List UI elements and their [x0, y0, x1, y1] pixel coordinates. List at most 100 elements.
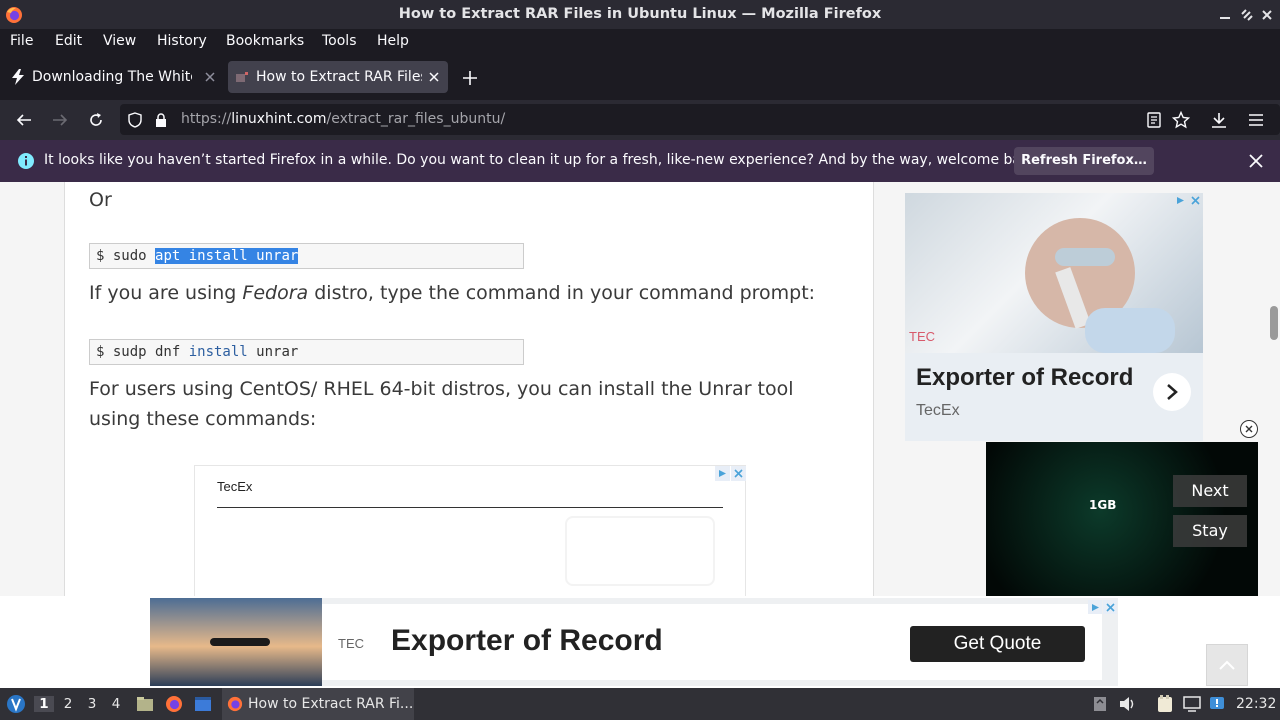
code-block-apt[interactable]: $ sudo apt install unrar — [89, 243, 524, 269]
ad-advertiser: TecEx — [916, 402, 960, 419]
menu-bar: File Edit View History Bookmarks Tools H… — [0, 29, 1280, 54]
close-notification-icon[interactable] — [1246, 151, 1266, 171]
inline-ad-advertiser: TecEx — [217, 479, 253, 494]
bottom-ad-logo: TEC — [338, 636, 364, 651]
menu-history[interactable]: History — [157, 33, 207, 49]
adchoices-icon[interactable] — [715, 466, 730, 481]
window-titlebar: How to Extract RAR Files in Ubuntu Linux… — [0, 0, 1280, 29]
adchoices-icon[interactable] — [1088, 600, 1102, 614]
reader-view-icon[interactable] — [1144, 110, 1164, 130]
ad-photo-goggles — [1055, 248, 1115, 266]
url-bar[interactable]: https://linuxhint.com/extract_rar_files_… — [120, 104, 1280, 135]
video-ad[interactable]: 1GB Next Stay — [986, 442, 1258, 596]
inline-ad[interactable]: TecEx — [194, 465, 746, 596]
tab-close-icon[interactable] — [202, 69, 218, 85]
ad-close-icon[interactable] — [1103, 600, 1117, 614]
bottom-ad-strip: TEC Exporter of Record Get Quote — [0, 596, 1280, 688]
hamburger-menu-icon[interactable] — [1246, 110, 1266, 130]
paragraph-fedora: If you are using Fedora distro, type the… — [89, 278, 815, 308]
close-video-icon[interactable] — [1240, 420, 1258, 438]
forward-icon — [50, 110, 70, 130]
clipboard-icon[interactable] — [1090, 694, 1110, 714]
workspace-4[interactable]: 4 — [106, 696, 126, 712]
new-tab-icon[interactable] — [460, 68, 480, 88]
ad-close-icon[interactable] — [1188, 193, 1202, 207]
notification-icon[interactable] — [1207, 694, 1227, 714]
page-scrollbar-thumb[interactable] — [1270, 306, 1278, 340]
refresh-firefox-button[interactable]: Refresh Firefox… — [1014, 147, 1154, 175]
emphasis-text: Fedora — [242, 282, 309, 304]
volume-icon[interactable] — [1118, 694, 1138, 714]
firefox-launcher-icon[interactable] — [163, 693, 185, 715]
firefox-icon — [226, 695, 244, 713]
bottom-ad-headline: Exporter of Record — [391, 624, 663, 657]
start-menu-icon[interactable] — [5, 693, 27, 715]
window-title: How to Extract RAR Files in Ubuntu Linux… — [398, 6, 882, 22]
menu-file[interactable]: File — [10, 33, 33, 49]
taskbar-window-title: How to Extract RAR Fi... — [248, 696, 414, 712]
code-text: $ sudp dnf — [96, 344, 189, 360]
reload-icon[interactable] — [86, 110, 106, 130]
ad-brand-logo: TEC — [909, 329, 935, 344]
video-stay-button[interactable]: Stay — [1173, 515, 1247, 547]
lock-icon[interactable] — [152, 111, 170, 129]
menu-tools[interactable]: Tools — [322, 33, 357, 49]
lightning-icon — [10, 69, 26, 85]
inline-ad-graphic — [565, 516, 715, 586]
menu-view[interactable]: View — [103, 33, 136, 49]
page-viewport: Or $ sudo apt install unrar If you are u… — [0, 182, 1280, 596]
airplane-shape — [210, 638, 270, 646]
maximize-icon[interactable] — [1238, 6, 1256, 24]
window-list-icon[interactable] — [192, 693, 214, 715]
get-quote-button[interactable]: Get Quote — [910, 626, 1085, 662]
back-icon[interactable] — [14, 110, 34, 130]
code-keyword: install — [188, 344, 248, 360]
notification-bar: It looks like you haven’t started Firefo… — [0, 140, 1280, 182]
bookmark-star-icon[interactable] — [1171, 110, 1191, 130]
menu-edit[interactable]: Edit — [55, 33, 82, 49]
download-icon[interactable] — [1209, 110, 1229, 130]
ad-photo — [905, 193, 1203, 353]
scroll-to-top-button[interactable] — [1206, 644, 1248, 686]
display-icon[interactable] — [1182, 694, 1202, 714]
tab-close-icon[interactable] — [426, 69, 442, 85]
code-text: unrar — [247, 344, 299, 360]
minimize-icon[interactable] — [1216, 6, 1234, 24]
url-domain: linuxhint.com — [231, 111, 327, 127]
file-manager-icon[interactable] — [134, 693, 156, 715]
taskbar-window-button[interactable]: How to Extract RAR Fi... — [222, 688, 414, 720]
workspace-1[interactable]: 1 — [34, 696, 54, 712]
inline-ad-divider — [217, 507, 723, 508]
menu-bookmarks[interactable]: Bookmarks — [226, 33, 304, 49]
ad-arrow-button[interactable] — [1153, 373, 1191, 411]
tab-extract-rar[interactable]: How to Extract RAR Files — [228, 61, 448, 93]
bottom-ad-image — [150, 598, 322, 686]
video-ad-text: 1GB — [1089, 498, 1117, 512]
bottom-ad[interactable]: TEC Exporter of Record Get Quote — [150, 598, 1118, 686]
video-next-button[interactable]: Next — [1173, 475, 1247, 507]
clock: 22:32 — [1236, 696, 1277, 712]
notes-icon[interactable] — [1155, 694, 1175, 714]
code-prompt: $ sudo — [96, 248, 156, 264]
notification-message: It looks like you haven’t started Firefo… — [44, 152, 1043, 168]
ad-headline: Exporter of Record — [916, 364, 1134, 391]
workspace-2[interactable]: 2 — [58, 696, 78, 712]
shield-icon[interactable] — [126, 111, 144, 129]
url-scheme: https:// — [181, 111, 232, 127]
ad-close-icon[interactable] — [731, 466, 746, 481]
tab-downloading[interactable]: Downloading The White Ho — [4, 61, 224, 93]
close-icon[interactable] — [1258, 6, 1276, 24]
tab-label: Downloading The White Ho — [32, 69, 192, 85]
code-block-dnf[interactable]: $ sudp dnf install unrar — [89, 339, 524, 365]
workspace-3[interactable]: 3 — [82, 696, 102, 712]
site-favicon-icon — [234, 69, 250, 85]
sidebar-ad[interactable]: TEC Exporter of Record TecEx — [905, 193, 1203, 441]
paragraph-or: Or — [89, 189, 112, 211]
menu-help[interactable]: Help — [377, 33, 409, 49]
tab-bar: Downloading The White Ho How to Extract … — [0, 54, 1280, 100]
adchoices-icon[interactable] — [1173, 193, 1187, 207]
url-path: /extract_rar_files_ubuntu/ — [326, 111, 506, 127]
info-icon — [16, 151, 36, 171]
text: distro, type the command in your command… — [308, 282, 816, 304]
url-text[interactable]: https://linuxhint.com/extract_rar_files_… — [181, 111, 505, 127]
